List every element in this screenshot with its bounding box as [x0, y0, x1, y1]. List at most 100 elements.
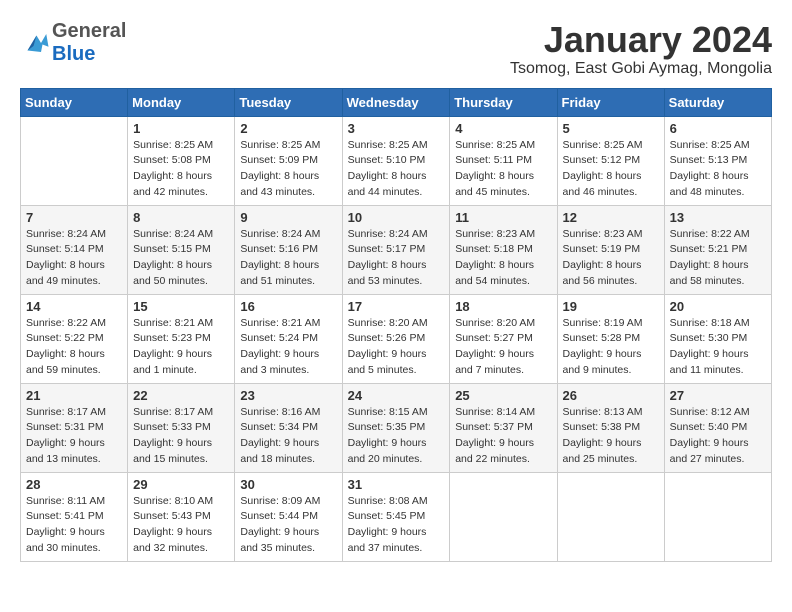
calendar-cell: 6 Sunrise: 8:25 AMSunset: 5:13 PMDaylight…: [664, 116, 771, 205]
calendar-cell: 8 Sunrise: 8:24 AMSunset: 5:15 PMDaylight…: [128, 205, 235, 294]
day-number: 30: [240, 477, 336, 492]
day-number: 1: [133, 121, 229, 136]
calendar-cell: 7 Sunrise: 8:24 AMSunset: 5:14 PMDaylight…: [21, 205, 128, 294]
day-info: Sunrise: 8:19 AMSunset: 5:28 PMDaylight:…: [563, 316, 659, 379]
calendar-cell: [664, 472, 771, 561]
calendar-cell: 3 Sunrise: 8:25 AMSunset: 5:10 PMDaylight…: [342, 116, 450, 205]
day-number: 12: [563, 210, 659, 225]
day-info: Sunrise: 8:25 AMSunset: 5:12 PMDaylight:…: [563, 138, 659, 201]
day-info: Sunrise: 8:24 AMSunset: 5:15 PMDaylight:…: [133, 227, 229, 290]
day-number: 18: [455, 299, 551, 314]
day-info: Sunrise: 8:25 AMSunset: 5:11 PMDaylight:…: [455, 138, 551, 201]
calendar-cell: 31Sunrise: 8:08 AMSunset: 5:45 PMDayligh…: [342, 472, 450, 561]
calendar-cell: 17Sunrise: 8:20 AMSunset: 5:26 PMDayligh…: [342, 294, 450, 383]
day-info: Sunrise: 8:17 AMSunset: 5:31 PMDaylight:…: [26, 405, 122, 468]
location-subtitle: Tsomog, East Gobi Aymag, Mongolia: [510, 60, 772, 78]
calendar-cell: 11 Sunrise: 8:23 AMSunset: 5:18 PMDayligh…: [450, 205, 557, 294]
day-info: Sunrise: 8:25 AMSunset: 5:08 PMDaylight:…: [133, 138, 229, 201]
logo-general: General: [52, 20, 126, 43]
calendar-cell: 12 Sunrise: 8:23 AMSunset: 5:19 PMDayligh…: [557, 205, 664, 294]
day-info: Sunrise: 8:16 AMSunset: 5:34 PMDaylight:…: [240, 405, 336, 468]
day-info: Sunrise: 8:08 AMSunset: 5:45 PMDaylight:…: [348, 494, 445, 557]
day-number: 29: [133, 477, 229, 492]
month-year-title: January 2024: [510, 20, 772, 60]
day-number: 10: [348, 210, 445, 225]
day-number: 4: [455, 121, 551, 136]
day-number: 13: [670, 210, 766, 225]
day-number: 7: [26, 210, 122, 225]
day-info: Sunrise: 8:21 AMSunset: 5:23 PMDaylight:…: [133, 316, 229, 379]
day-number: 19: [563, 299, 659, 314]
day-info: Sunrise: 8:12 AMSunset: 5:40 PMDaylight:…: [670, 405, 766, 468]
day-number: 3: [348, 121, 445, 136]
day-number: 21: [26, 388, 122, 403]
day-number: 9: [240, 210, 336, 225]
calendar-cell: 19 Sunrise: 8:19 AMSunset: 5:28 PMDayligh…: [557, 294, 664, 383]
day-number: 27: [670, 388, 766, 403]
weekday-header-wednesday: Wednesday: [342, 88, 450, 116]
calendar-cell: 18Sunrise: 8:20 AMSunset: 5:27 PMDayligh…: [450, 294, 557, 383]
day-number: 2: [240, 121, 336, 136]
calendar-header-row: SundayMondayTuesdayWednesdayThursdayFrid…: [21, 88, 772, 116]
title-section: January 2024 Tsomog, East Gobi Aymag, Mo…: [510, 20, 772, 78]
day-info: Sunrise: 8:25 AMSunset: 5:13 PMDaylight:…: [670, 138, 766, 201]
calendar-cell: 4 Sunrise: 8:25 AMSunset: 5:11 PMDaylight…: [450, 116, 557, 205]
calendar-cell: 10 Sunrise: 8:24 AMSunset: 5:17 PMDayligh…: [342, 205, 450, 294]
day-info: Sunrise: 8:23 AMSunset: 5:18 PMDaylight:…: [455, 227, 551, 290]
day-info: Sunrise: 8:13 AMSunset: 5:38 PMDaylight:…: [563, 405, 659, 468]
calendar-cell: 28Sunrise: 8:11 AMSunset: 5:41 PMDayligh…: [21, 472, 128, 561]
day-number: 16: [240, 299, 336, 314]
calendar-cell: 20 Sunrise: 8:18 AMSunset: 5:30 PMDayligh…: [664, 294, 771, 383]
calendar-week-row: 14 Sunrise: 8:22 AMSunset: 5:22 PMDayligh…: [21, 294, 772, 383]
day-number: 5: [563, 121, 659, 136]
calendar-week-row: 7 Sunrise: 8:24 AMSunset: 5:14 PMDaylight…: [21, 205, 772, 294]
day-info: Sunrise: 8:25 AMSunset: 5:09 PMDaylight:…: [240, 138, 336, 201]
day-info: Sunrise: 8:21 AMSunset: 5:24 PMDaylight:…: [240, 316, 336, 379]
calendar-cell: 22Sunrise: 8:17 AMSunset: 5:33 PMDayligh…: [128, 383, 235, 472]
calendar-week-row: 1 Sunrise: 8:25 AMSunset: 5:08 PMDaylight…: [21, 116, 772, 205]
day-info: Sunrise: 8:24 AMSunset: 5:14 PMDaylight:…: [26, 227, 122, 290]
day-info: Sunrise: 8:10 AMSunset: 5:43 PMDaylight:…: [133, 494, 229, 557]
day-number: 15: [133, 299, 229, 314]
calendar-cell: 2 Sunrise: 8:25 AMSunset: 5:09 PMDaylight…: [235, 116, 342, 205]
calendar-week-row: 21 Sunrise: 8:17 AMSunset: 5:31 PMDayligh…: [21, 383, 772, 472]
day-number: 17: [348, 299, 445, 314]
day-number: 24: [348, 388, 445, 403]
day-number: 20: [670, 299, 766, 314]
day-number: 26: [563, 388, 659, 403]
page-header: General Blue January 2024 Tsomog, East G…: [20, 20, 772, 78]
day-info: Sunrise: 8:24 AMSunset: 5:17 PMDaylight:…: [348, 227, 445, 290]
calendar-cell: 13 Sunrise: 8:22 AMSunset: 5:21 PMDayligh…: [664, 205, 771, 294]
calendar-cell: 24 Sunrise: 8:15 AMSunset: 5:35 PMDayligh…: [342, 383, 450, 472]
logo-blue: Blue: [52, 43, 126, 66]
day-number: 11: [455, 210, 551, 225]
day-info: Sunrise: 8:24 AMSunset: 5:16 PMDaylight:…: [240, 227, 336, 290]
calendar-cell: 29 Sunrise: 8:10 AMSunset: 5:43 PMDayligh…: [128, 472, 235, 561]
day-number: 8: [133, 210, 229, 225]
day-info: Sunrise: 8:22 AMSunset: 5:21 PMDaylight:…: [670, 227, 766, 290]
weekday-header-monday: Monday: [128, 88, 235, 116]
day-number: 28: [26, 477, 122, 492]
logo-name: General Blue: [52, 20, 126, 66]
calendar-cell: 16 Sunrise: 8:21 AMSunset: 5:24 PMDayligh…: [235, 294, 342, 383]
day-info: Sunrise: 8:15 AMSunset: 5:35 PMDaylight:…: [348, 405, 445, 468]
calendar-cell: 14 Sunrise: 8:22 AMSunset: 5:22 PMDayligh…: [21, 294, 128, 383]
calendar-cell: 9 Sunrise: 8:24 AMSunset: 5:16 PMDaylight…: [235, 205, 342, 294]
day-info: Sunrise: 8:14 AMSunset: 5:37 PMDaylight:…: [455, 405, 551, 468]
day-number: 14: [26, 299, 122, 314]
day-number: 6: [670, 121, 766, 136]
weekday-header-sunday: Sunday: [21, 88, 128, 116]
weekday-header-friday: Friday: [557, 88, 664, 116]
day-info: Sunrise: 8:25 AMSunset: 5:10 PMDaylight:…: [348, 138, 445, 201]
day-info: Sunrise: 8:23 AMSunset: 5:19 PMDaylight:…: [563, 227, 659, 290]
calendar-cell: 27 Sunrise: 8:12 AMSunset: 5:40 PMDayligh…: [664, 383, 771, 472]
day-info: Sunrise: 8:18 AMSunset: 5:30 PMDaylight:…: [670, 316, 766, 379]
calendar-cell: [450, 472, 557, 561]
weekday-header-thursday: Thursday: [450, 88, 557, 116]
day-number: 25: [455, 388, 551, 403]
day-info: Sunrise: 8:09 AMSunset: 5:44 PMDaylight:…: [240, 494, 336, 557]
calendar-cell: 21 Sunrise: 8:17 AMSunset: 5:31 PMDayligh…: [21, 383, 128, 472]
day-info: Sunrise: 8:22 AMSunset: 5:22 PMDaylight:…: [26, 316, 122, 379]
weekday-header-tuesday: Tuesday: [235, 88, 342, 116]
calendar-table: SundayMondayTuesdayWednesdayThursdayFrid…: [20, 88, 772, 562]
